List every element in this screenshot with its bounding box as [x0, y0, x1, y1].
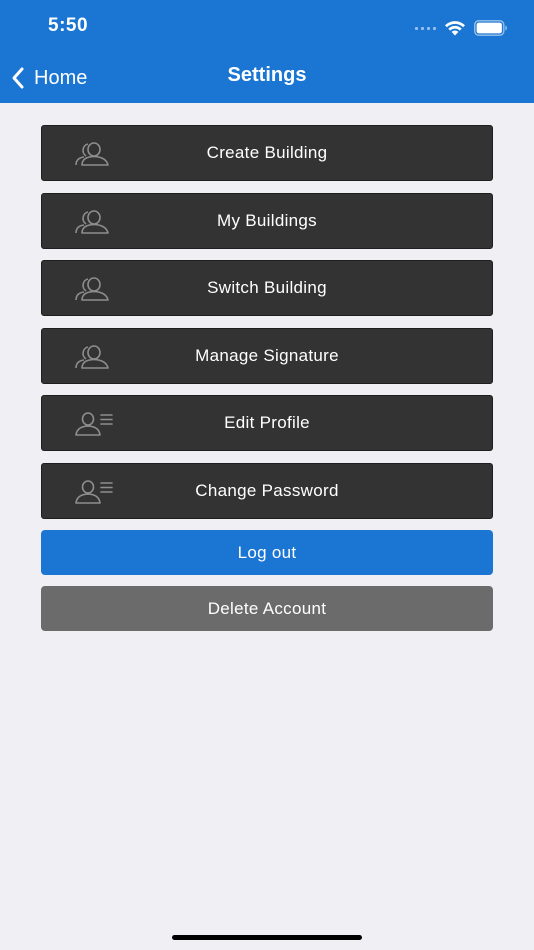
create-building-button[interactable]: Create Building [41, 125, 493, 181]
status-time: 5:50 [48, 15, 89, 36]
wifi-icon [445, 21, 465, 36]
change-password-button[interactable]: Change Password [41, 462, 493, 519]
my-buildings-button[interactable]: My Buildings [41, 192, 493, 249]
cellular-signal-icon [415, 26, 436, 30]
menu-item-label: Edit Profile [224, 413, 310, 432]
delete-account-button[interactable]: Delete Account [41, 586, 493, 631]
menu-item-label: Manage Signature [195, 345, 339, 365]
settings-menu: Create Building My Buildings Switch Buil… [41, 125, 493, 530]
logout-button[interactable]: Log out [41, 530, 493, 575]
nav-header: 5:50 Home Settings [0, 0, 534, 103]
manage-signature-button[interactable]: Manage Signature [41, 327, 493, 384]
status-icons [415, 17, 508, 39]
page-title: Settings [227, 64, 307, 86]
menu-item-label: Switch Building [207, 278, 327, 297]
menu-item-label: My Buildings [217, 210, 317, 230]
menu-item-label: Change Password [195, 480, 339, 500]
home-indicator[interactable] [172, 935, 362, 940]
edit-profile-button[interactable]: Edit Profile [41, 395, 493, 451]
battery-icon [474, 20, 507, 36]
switch-building-button[interactable]: Switch Building [41, 260, 493, 316]
menu-item-label: Create Building [206, 143, 328, 162]
